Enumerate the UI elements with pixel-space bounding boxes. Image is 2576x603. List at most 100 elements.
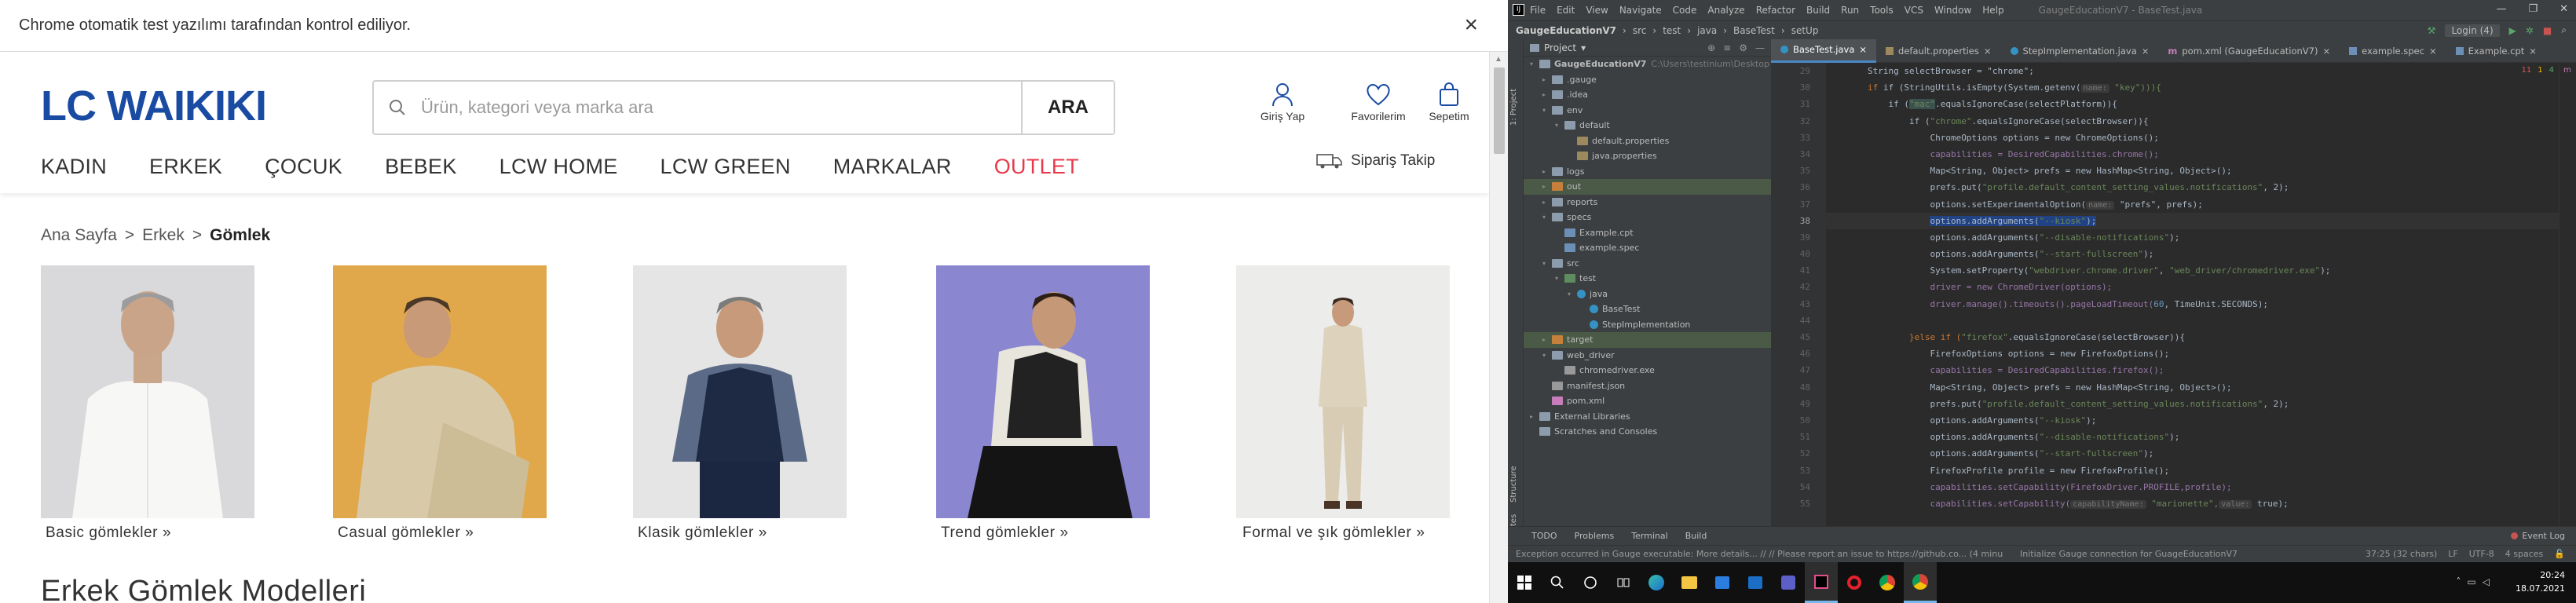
category-label[interactable]: Formal ve şık gömlekler » bbox=[1236, 524, 1450, 542]
tree-java[interactable]: ▾ java bbox=[1524, 287, 1771, 302]
crumb-method[interactable]: setUp bbox=[1791, 25, 1819, 36]
chevron-down-icon[interactable]: ▾ bbox=[1542, 214, 1552, 221]
menu-run[interactable]: Run bbox=[1841, 5, 1859, 16]
scrollbar-thumb[interactable] bbox=[1494, 68, 1505, 154]
menu-code[interactable]: Code bbox=[1673, 5, 1697, 16]
tree-external-libraries[interactable]: ▸ External Libraries bbox=[1524, 409, 1771, 425]
taskbar-search[interactable] bbox=[1541, 562, 1574, 603]
category-card-trend[interactable]: Trend gömlekler » bbox=[936, 265, 1150, 542]
tree-java-properties[interactable]: java.properties bbox=[1524, 148, 1771, 164]
run-config-select[interactable]: Login (4) bbox=[2445, 24, 2500, 37]
tree-target[interactable]: ▸ target bbox=[1524, 332, 1771, 348]
category-label[interactable]: Casual gömlekler » bbox=[333, 524, 547, 542]
chevron-right-icon[interactable]: ▸ bbox=[1542, 336, 1552, 343]
hide-icon[interactable]: — bbox=[1755, 42, 1765, 53]
tree-default[interactable]: ▾ default bbox=[1524, 118, 1771, 133]
search-button[interactable]: ARA bbox=[1021, 82, 1114, 133]
menu-view[interactable]: View bbox=[1586, 5, 1608, 16]
search-everywhere-icon[interactable]: ⌕ bbox=[2561, 24, 2567, 36]
category-label[interactable]: Basic gömlekler » bbox=[41, 524, 254, 542]
menu-edit[interactable]: Edit bbox=[1557, 5, 1575, 16]
lock-icon[interactable]: 🔓 bbox=[2554, 549, 2565, 559]
crumb-project[interactable]: GaugeEducationV7 bbox=[1516, 25, 1616, 36]
caret-position[interactable]: 37:25 (32 chars) bbox=[2366, 549, 2437, 559]
tree-manifest[interactable]: manifest.json bbox=[1524, 378, 1771, 394]
tab-stepimplementation[interactable]: StepImplementation.java × bbox=[2001, 39, 2159, 63]
favorites-button[interactable]: Favorilerim bbox=[1343, 82, 1414, 122]
task-view-button[interactable] bbox=[1607, 562, 1640, 603]
tree-web-driver[interactable]: ▾ web_driver bbox=[1524, 348, 1771, 364]
tab-close-icon[interactable]: × bbox=[1984, 46, 1992, 57]
chevron-down-icon[interactable]: ▾ bbox=[1542, 260, 1552, 267]
cortana-button[interactable] bbox=[1574, 562, 1607, 603]
scroll-up-icon[interactable]: ▲ bbox=[1495, 55, 1502, 64]
tab-close-icon[interactable]: × bbox=[1859, 44, 1867, 55]
tree-scratches[interactable]: Scratches and Consoles bbox=[1524, 424, 1771, 440]
tab-default-properties[interactable]: default.properties × bbox=[1876, 39, 2000, 63]
taskbar-edge[interactable] bbox=[1640, 562, 1673, 603]
system-clock[interactable]: 20:24 18.07.2021 bbox=[2516, 568, 2565, 595]
chevron-down-icon[interactable]: ▾ bbox=[1530, 60, 1539, 68]
taskbar-chrome[interactable] bbox=[1871, 562, 1904, 603]
tree-root[interactable]: ▾ GaugeEducationV7 C:\Users\testinium\Desk… bbox=[1524, 57, 1771, 72]
tree-example-spec[interactable]: example.spec bbox=[1524, 240, 1771, 256]
taskbar-intellij[interactable] bbox=[1805, 562, 1838, 603]
chevron-right-icon[interactable]: ▸ bbox=[1530, 413, 1539, 420]
stop-icon[interactable]: ■ bbox=[2543, 25, 2552, 36]
menu-analyze[interactable]: Analyze bbox=[1707, 5, 1744, 16]
tab-close-icon[interactable]: × bbox=[2142, 46, 2150, 57]
debug-icon[interactable]: ✲ bbox=[2526, 25, 2534, 36]
menu-window[interactable]: Window bbox=[1934, 5, 1971, 16]
chevron-down-icon[interactable]: ▾ bbox=[1542, 352, 1552, 359]
category-label[interactable]: Klasik gömlekler » bbox=[633, 524, 847, 542]
category-image[interactable] bbox=[1236, 265, 1450, 518]
page-scrollbar[interactable]: ▲ bbox=[1489, 52, 1508, 603]
menu-refactor[interactable]: Refactor bbox=[1756, 5, 1795, 16]
menu-navigate[interactable]: Navigate bbox=[1619, 5, 1662, 16]
nav-item-erkek[interactable]: ERKEK bbox=[149, 155, 222, 179]
tab-example-cpt[interactable]: Example.cpt × bbox=[2446, 39, 2546, 63]
tool-structure-icon[interactable]: Structure bbox=[1509, 466, 1518, 502]
chevron-right-icon[interactable]: ▸ bbox=[1542, 199, 1552, 206]
category-card-formal[interactable]: Formal ve şık gömlekler » bbox=[1236, 265, 1450, 542]
chevron-down-icon[interactable]: ▾ bbox=[1581, 42, 1586, 53]
tree-pom[interactable]: pom.xml bbox=[1524, 393, 1771, 409]
nav-item-outlet[interactable]: OUTLET bbox=[994, 155, 1079, 179]
menu-tools[interactable]: Tools bbox=[1870, 5, 1894, 16]
start-button[interactable] bbox=[1508, 562, 1541, 603]
crumb-test[interactable]: test bbox=[1663, 25, 1681, 36]
tree-reports[interactable]: ▸ reports bbox=[1524, 195, 1771, 210]
chevron-right-icon[interactable]: ▸ bbox=[1542, 91, 1552, 98]
tree-out[interactable]: ▸ out bbox=[1524, 179, 1771, 195]
tree-idea[interactable]: ▸ .idea bbox=[1524, 87, 1771, 103]
inspection-widget[interactable]: 11 1 4 bbox=[2522, 66, 2554, 75]
file-encoding[interactable]: UTF-8 bbox=[2469, 549, 2494, 559]
taskbar-outlook[interactable] bbox=[1739, 562, 1772, 603]
category-card-klasik[interactable]: Klasik gömlekler » bbox=[633, 265, 847, 542]
tool-project-icon[interactable]: 1: Project bbox=[1509, 89, 1518, 126]
tab-basetest[interactable]: BaseTest.java × bbox=[1771, 38, 1877, 63]
chevron-right-icon[interactable]: ▸ bbox=[1542, 168, 1552, 175]
nav-item-lcw-green[interactable]: LCW GREEN bbox=[660, 155, 791, 179]
login-button[interactable]: Giriş Yap bbox=[1247, 82, 1318, 122]
crumb-class[interactable]: BaseTest bbox=[1733, 25, 1775, 36]
taskbar-opera[interactable] bbox=[1838, 562, 1871, 603]
category-label[interactable]: Trend gömlekler » bbox=[936, 524, 1150, 542]
volume-icon[interactable]: ◁ bbox=[2483, 576, 2490, 587]
close-window-icon[interactable]: ✕ bbox=[2560, 3, 2568, 15]
tree-gauge[interactable]: ▸ .gauge bbox=[1524, 72, 1771, 88]
tab-pom[interactable]: m pom.xml (GaugeEducationV7) × bbox=[2158, 39, 2340, 63]
tree-stepimplementation[interactable]: StepImplementation bbox=[1524, 317, 1771, 333]
tree-src[interactable]: ▾ src bbox=[1524, 256, 1771, 272]
maximize-icon[interactable]: ❐ bbox=[2528, 3, 2538, 15]
menu-file[interactable]: File bbox=[1530, 5, 1546, 16]
taskbar-explorer[interactable] bbox=[1673, 562, 1706, 603]
menu-vcs[interactable]: VCS bbox=[1905, 5, 1923, 16]
hammer-icon[interactable]: ⚒ bbox=[2428, 25, 2436, 36]
collapse-icon[interactable]: ≡ bbox=[1723, 42, 1731, 53]
maven-tool-icon[interactable]: m bbox=[2563, 66, 2571, 75]
category-image[interactable] bbox=[936, 265, 1150, 518]
locate-icon[interactable]: ⊕ bbox=[1707, 42, 1715, 53]
nav-item-cocuk[interactable]: ÇOCUK bbox=[265, 155, 342, 179]
chevron-down-icon[interactable]: ▾ bbox=[1555, 275, 1564, 282]
